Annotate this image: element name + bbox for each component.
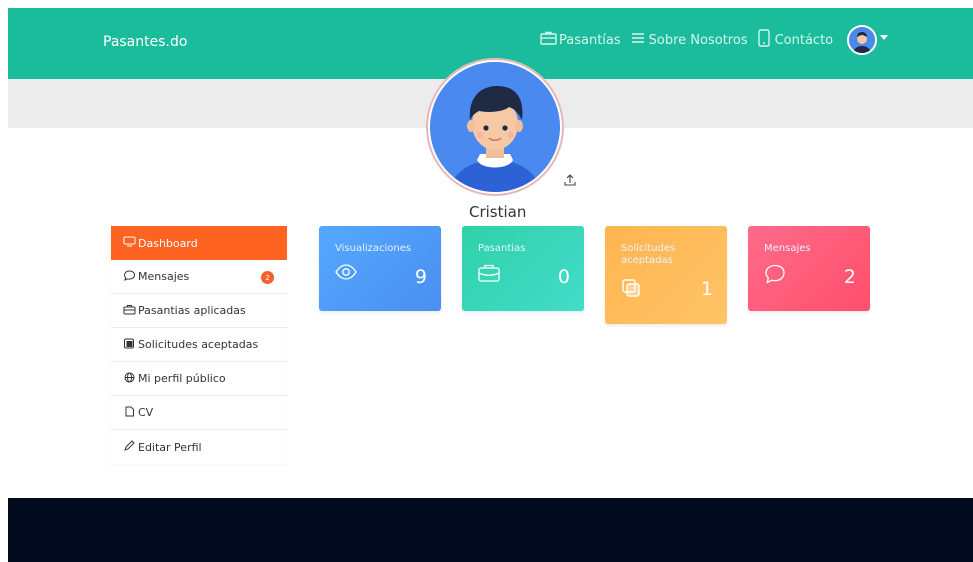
stat-card-visualizaciones[interactable]: Visualizaciones 9 — [319, 226, 441, 311]
globe-icon — [123, 372, 138, 386]
stat-card-mensajes[interactable]: Mensajes 2 — [748, 226, 870, 311]
profile-avatar — [426, 58, 564, 196]
stat-card-solicitudes[interactable]: Solicitudes aceptadas 1 — [605, 226, 727, 324]
sidebar-item-label: Mi perfil público — [138, 372, 226, 385]
sidebar-item-label: Dashboard — [138, 236, 198, 250]
sidebar-item-dashboard[interactable]: Dashboard — [111, 226, 287, 260]
copy-icon — [123, 338, 138, 352]
brand-logo[interactable]: Pasantes.do — [103, 34, 187, 50]
card-title: Visualizaciones — [335, 243, 412, 254]
phone-icon — [757, 29, 770, 51]
page-footer — [8, 498, 973, 562]
chat-icon — [123, 269, 138, 284]
briefcase-icon — [540, 31, 557, 49]
sidebar-item-label: Editar Perfil — [138, 440, 202, 454]
sidebar-item-editar-perfil[interactable]: Editar Perfil — [111, 430, 287, 464]
card-value: 2 — [843, 266, 856, 288]
menu-icon — [631, 32, 645, 48]
card-value: 9 — [414, 266, 427, 288]
user-avatar-menu[interactable] — [847, 25, 878, 55]
card-value: 1 — [700, 278, 713, 300]
card-title: Pasantias — [478, 243, 526, 254]
card-title: Solicitudes aceptadas — [621, 243, 676, 266]
dashboard-sidebar: Dashboard Mensajes 2 Pasantias aplicadas… — [111, 226, 287, 464]
nav-item-sobre-nosotros[interactable]: Sobre Nosotros — [631, 32, 748, 48]
sidebar-item-mensajes[interactable]: Mensajes 2 — [111, 260, 287, 294]
sidebar-item-solicitudes-aceptadas[interactable]: Solicitudes aceptadas — [111, 328, 287, 362]
briefcase-icon — [123, 304, 138, 318]
eye-icon — [335, 264, 357, 284]
stat-card-pasantias[interactable]: Pasantias 0 — [462, 226, 584, 311]
chevron-down-icon[interactable] — [880, 34, 889, 40]
sidebar-item-label: CV — [138, 406, 154, 419]
sidebar-item-label: Pasantias aplicadas — [138, 304, 246, 317]
upload-icon[interactable] — [563, 172, 577, 191]
nav-item-pasantias[interactable]: Pasantías — [540, 31, 621, 49]
nav-label: Contácto — [774, 32, 834, 48]
copy-icon — [621, 278, 641, 302]
avatar-illustration — [430, 62, 560, 192]
card-value: 0 — [557, 266, 570, 288]
file-icon — [123, 406, 138, 420]
sidebar-item-pasantias-aplicadas[interactable]: Pasantias aplicadas — [111, 294, 287, 328]
main-nav: Pasantías Sobre Nosotros Contácto — [540, 25, 889, 55]
sidebar-item-perfil-publico[interactable]: Mi perfil público — [111, 362, 287, 396]
unread-badge: 2 — [261, 271, 274, 284]
monitor-icon — [123, 236, 138, 250]
nav-item-contacto[interactable]: Contácto — [757, 29, 834, 51]
sidebar-item-label: Solicitudes aceptadas — [138, 338, 259, 351]
chat-icon — [764, 264, 786, 288]
sidebar-item-label: Mensajes — [138, 270, 190, 283]
nav-label: Sobre Nosotros — [648, 32, 748, 48]
briefcase-icon — [478, 264, 500, 286]
pencil-icon — [123, 440, 138, 454]
profile-name: Cristian — [469, 203, 527, 221]
sidebar-item-cv[interactable]: CV — [111, 396, 287, 430]
nav-label: Pasantías — [559, 32, 621, 48]
card-title: Mensajes — [764, 243, 811, 254]
